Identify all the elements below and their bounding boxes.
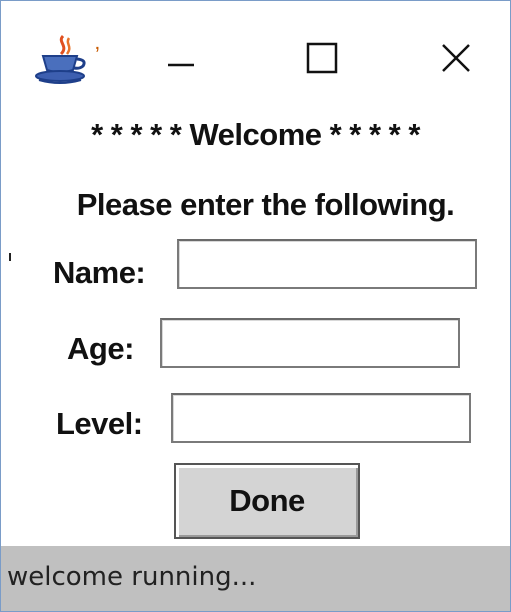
name-field[interactable] (177, 239, 477, 289)
age-field[interactable] (160, 318, 460, 368)
close-icon (439, 41, 473, 80)
form-panel: * * * * * Welcome * * * * * Please enter… (1, 97, 510, 545)
age-label: Age: (67, 331, 134, 366)
name-label: Name: (53, 255, 146, 290)
minimize-button[interactable] (150, 34, 212, 86)
instructions-text: Please enter the following. (76, 187, 455, 222)
title-bar[interactable]: ʼ (1, 1, 510, 97)
status-text: welcome running... (7, 562, 257, 592)
maximize-button[interactable] (291, 34, 353, 86)
level-field[interactable] (171, 393, 471, 443)
done-button-label: Done (229, 483, 305, 518)
welcome-heading: * * * * * Welcome * * * * * (91, 117, 420, 152)
panel-edge-mark (9, 253, 11, 261)
done-button[interactable]: Done (174, 463, 360, 539)
status-bar: welcome running... (1, 546, 510, 611)
java-coffee-cup-icon[interactable] (33, 34, 93, 86)
level-label: Level: (56, 406, 143, 441)
app-window: ʼ * * * * * Welcome * * * * * Please ent… (0, 0, 511, 612)
minimize-icon (166, 43, 196, 78)
window-title: ʼ (95, 43, 100, 68)
maximize-icon (305, 41, 339, 80)
close-button[interactable] (425, 34, 487, 86)
